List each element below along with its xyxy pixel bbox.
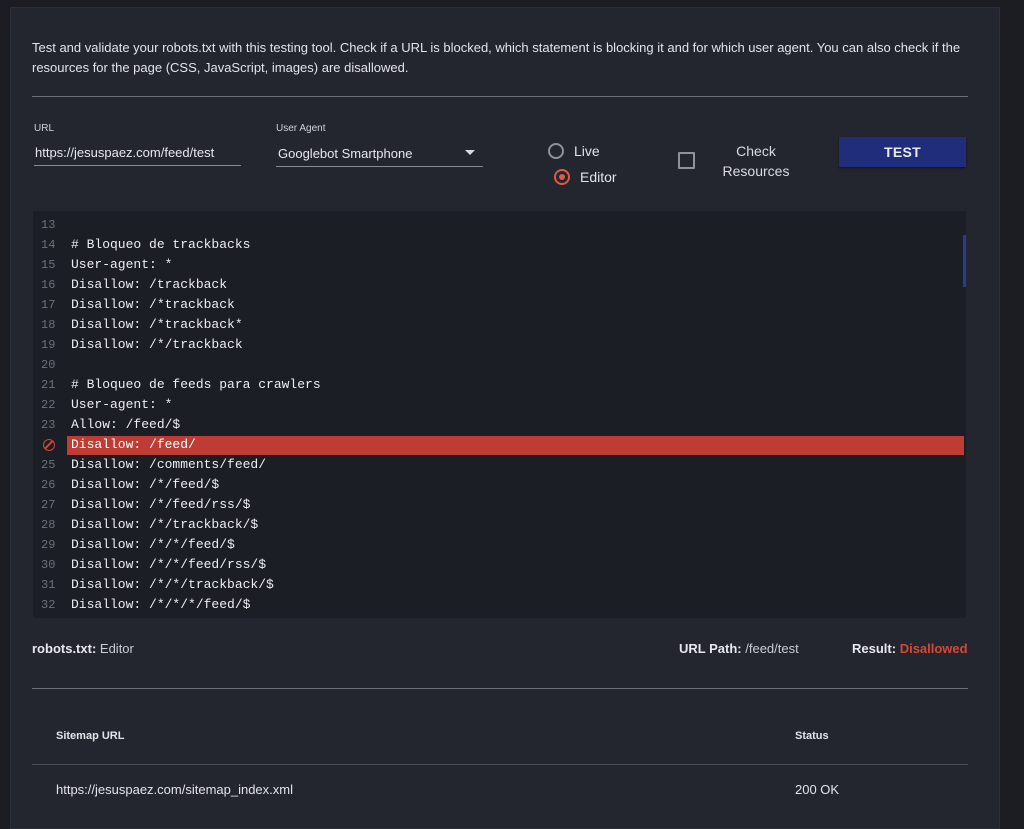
code-line[interactable]: 16 Disallow: /trackback — [33, 275, 966, 295]
line-text: Disallow: /*/*/feed/$ — [71, 537, 235, 552]
line-text: Disallow: /trackback — [71, 277, 228, 292]
line-number: 32 — [41, 598, 56, 612]
intro-text: Test and validate your robots.txt with t… — [32, 40, 961, 75]
code-line[interactable]: 27 Disallow: /*/feed/rss/$ — [33, 495, 966, 515]
code-line[interactable]: 19 Disallow: /*/trackback — [33, 335, 966, 355]
line-text: Disallow: /*/feed/$ — [71, 477, 220, 492]
url-label: URL — [34, 123, 55, 134]
user-agent-value: Googlebot Smartphone — [278, 146, 413, 161]
code-line[interactable]: 31 Disallow: /*/*/trackback/$ — [33, 575, 966, 595]
robots-source: robots.txt: Editor — [32, 641, 134, 656]
line-number: 28 — [41, 518, 56, 532]
code-line[interactable]: 13 — [33, 215, 966, 235]
url-input[interactable] — [34, 140, 241, 166]
url-path-value: /feed/test — [745, 641, 799, 656]
test-result: Result: Disallowed — [852, 641, 968, 656]
code-line[interactable]: 29 Disallow: /*/*/feed/$ — [33, 535, 966, 555]
line-number: 13 — [41, 218, 56, 232]
user-agent-select[interactable]: Googlebot Smartphone — [276, 140, 483, 167]
line-number: 18 — [41, 318, 56, 332]
line-text: Disallow: /*/trackback — [71, 337, 243, 352]
line-text: Disallow: /*trackback* — [71, 317, 243, 332]
code-line[interactable]: 15 User-agent: * — [33, 255, 966, 275]
line-text: Disallow: /*trackback — [71, 297, 235, 312]
highlight-bar — [67, 436, 964, 455]
line-text: Allow: /feed/$ — [71, 417, 181, 432]
line-number: 14 — [41, 238, 56, 252]
radio-editor-label: Editor — [580, 169, 617, 185]
line-text: User-agent: * — [71, 397, 173, 412]
line-number: 31 — [41, 578, 56, 592]
code-line[interactable]: 25 Disallow: /comments/feed/ — [33, 455, 966, 475]
line-number: 26 — [41, 478, 56, 492]
line-number: 17 — [41, 298, 56, 312]
code-line[interactable]: 21 # Bloqueo de feeds para crawlers — [33, 375, 966, 395]
blocking-rule-line[interactable]: Disallow: /feed/ — [33, 435, 966, 455]
line-number: 25 — [41, 458, 56, 472]
line-number: 21 — [41, 378, 56, 392]
radio-editor[interactable]: Editor — [554, 169, 617, 185]
line-text: User-agent: * — [71, 257, 173, 272]
radio-live-label: Live — [574, 143, 600, 159]
line-text: Disallow: /comments/feed/ — [71, 457, 267, 472]
user-agent-label: User Agent — [276, 123, 326, 134]
test-button[interactable]: TEST — [839, 137, 966, 167]
column-header-sitemap-url: Sitemap URL — [56, 730, 125, 742]
code-line[interactable]: 20 — [33, 355, 966, 375]
radio-live[interactable]: Live — [548, 143, 600, 159]
line-number: 20 — [41, 358, 56, 372]
code-line[interactable]: 30 Disallow: /*/*/feed/rss/$ — [33, 555, 966, 575]
robots-source-label: robots.txt: — [32, 641, 97, 656]
line-text: Disallow: /*/*/feed/rss/$ — [71, 557, 267, 572]
line-number: 19 — [41, 338, 56, 352]
code-line[interactable]: 32 Disallow: /*/*/*/feed/$ — [33, 595, 966, 615]
code-line[interactable]: 22 User-agent: * — [33, 395, 966, 415]
code-line[interactable]: 14 # Bloqueo de trackbacks — [33, 235, 966, 255]
divider — [32, 688, 968, 689]
line-number: 29 — [41, 538, 56, 552]
column-header-status: Status — [795, 730, 829, 742]
radio-circle-icon — [548, 143, 564, 159]
sitemap-status-cell: 200 OK — [795, 782, 840, 797]
line-text: Disallow: /*/*/*/feed/$ — [71, 597, 251, 612]
caret-down-icon — [465, 150, 475, 155]
divider — [32, 764, 968, 765]
line-number: 15 — [41, 258, 56, 272]
line-text: # Bloqueo de trackbacks — [71, 237, 251, 252]
url-path-label: URL Path: — [679, 641, 742, 656]
line-text: Disallow: /*/feed/rss/$ — [71, 497, 251, 512]
line-text: Disallow: /*/*/trackback/$ — [71, 577, 274, 592]
robots-txt-editor[interactable]: ▔ ▔▔▔▔▔▔ ▔▔▔▔▔ ▔▔▔ 1314# Bloqueo de trac… — [33, 211, 966, 618]
line-text: Disallow: /feed/ — [71, 437, 196, 452]
check-resources-label: Check Resources — [722, 143, 790, 179]
url-path: URL Path: /feed/test — [679, 641, 799, 656]
line-text: # Bloqueo de feeds para crawlers — [71, 377, 321, 392]
robots-source-value: Editor — [99, 641, 134, 656]
blocked-icon — [43, 439, 55, 451]
code-line[interactable]: 28 Disallow: /*/trackback/$ — [33, 515, 966, 535]
result-value: Disallowed — [899, 641, 968, 656]
code-line[interactable]: 17 Disallow: /*trackback — [33, 295, 966, 315]
result-label: Result: — [852, 641, 897, 656]
line-text: Disallow: /*/trackback/$ — [71, 517, 259, 532]
line-number: 23 — [41, 418, 56, 432]
check-resources-checkbox[interactable] — [678, 152, 695, 169]
code-line[interactable]: 23 Allow: /feed/$ — [33, 415, 966, 435]
sitemap-url-cell[interactable]: https://jesuspaez.com/sitemap_index.xml — [56, 782, 293, 797]
line-number: 22 — [41, 398, 56, 412]
divider — [32, 96, 968, 97]
line-number: 16 — [41, 278, 56, 292]
radio-selected-icon — [554, 169, 570, 185]
code-line[interactable]: 26 Disallow: /*/feed/$ — [33, 475, 966, 495]
line-number: 27 — [41, 498, 56, 512]
line-number: 30 — [41, 558, 56, 572]
code-line[interactable]: 18 Disallow: /*trackback* — [33, 315, 966, 335]
